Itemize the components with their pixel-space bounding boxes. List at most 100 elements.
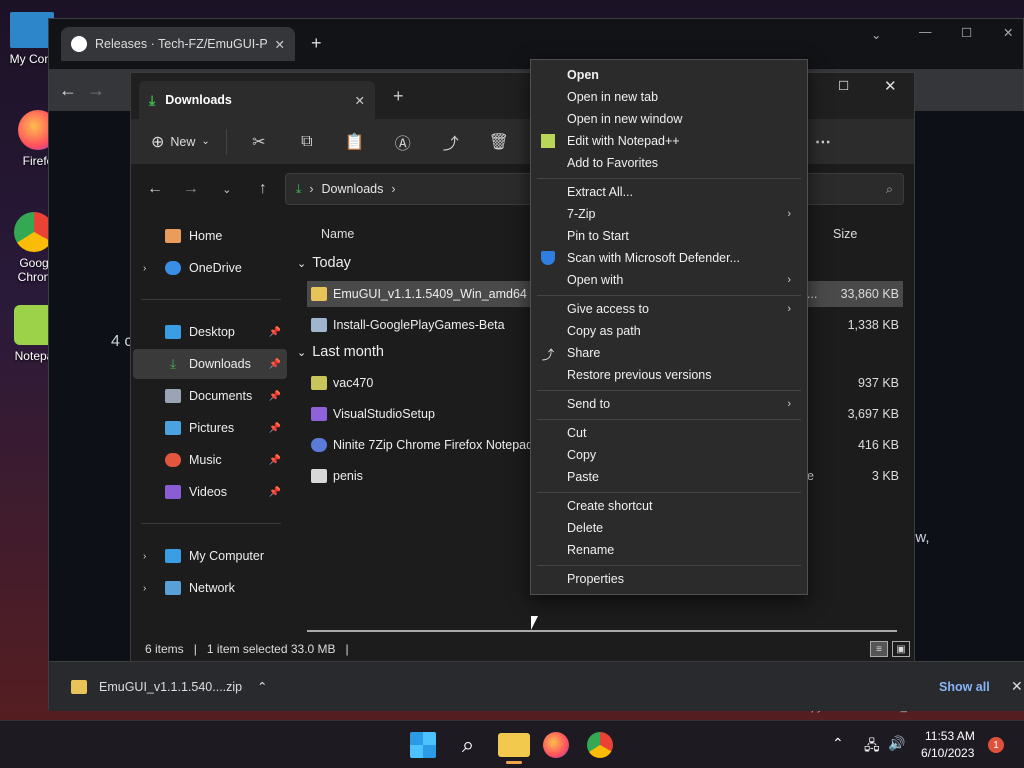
horizontal-scrollbar[interactable] <box>307 630 897 632</box>
share-icon[interactable]: ⤴ <box>429 126 473 158</box>
column-header-size[interactable]: Size <box>833 227 857 241</box>
close-icon[interactable]: ✕ <box>1011 678 1023 695</box>
menu-item-share[interactable]: ⤴ Share <box>535 342 803 364</box>
sidebar-item-downloads[interactable]: ⤓ Downloads 📌 <box>133 349 287 379</box>
chevron-down-icon[interactable]: ⌄ <box>871 27 881 42</box>
show-all-link[interactable]: Show all <box>939 680 990 694</box>
up-icon[interactable]: ↑ <box>249 175 277 203</box>
sidebar-item-home[interactable]: Home <box>133 221 287 251</box>
forward-icon[interactable]: → <box>177 175 205 203</box>
chevron-right-icon: › <box>787 274 791 286</box>
delete-icon[interactable]: 🗑 <box>477 126 521 158</box>
mouse-cursor-icon <box>531 616 538 630</box>
menu-item-pin-to-start[interactable]: Pin to Start <box>535 225 803 247</box>
explorer-tab[interactable]: ⤓ Downloads ✕ <box>139 81 375 119</box>
menu-item-rename[interactable]: Rename <box>535 539 803 561</box>
menu-divider <box>537 178 801 179</box>
back-icon[interactable]: ← <box>141 175 169 203</box>
clock-date[interactable]: 6/10/2023 <box>921 746 974 760</box>
new-tab-button[interactable]: + <box>311 33 322 54</box>
menu-item-cut[interactable]: Cut <box>535 422 803 444</box>
menu-item-create-shortcut[interactable]: Create shortcut <box>535 495 803 517</box>
file-explorer-icon[interactable] <box>498 733 530 757</box>
download-filename[interactable]: EmuGUI_v1.1.1.540....zip <box>99 680 249 694</box>
chevron-right-icon: › <box>309 182 314 196</box>
sidebar-item-network[interactable]: › Network <box>133 573 287 603</box>
new-button[interactable]: ⊕ New ⌄ <box>145 126 216 158</box>
menu-item-restore-previous-versions[interactable]: Restore previous versions <box>535 364 803 386</box>
copy-icon[interactable]: ⧉ <box>285 126 329 158</box>
tiles-view-icon[interactable]: ▣ <box>892 641 910 657</box>
divider <box>225 128 227 155</box>
menu-item-copy-as-path[interactable]: Copy as path <box>535 320 803 342</box>
desktop-icon <box>165 325 181 339</box>
menu-item-give-access-to[interactable]: Give access to › <box>535 298 803 320</box>
file-name: Ninite 7Zip Chrome Firefox Notepad In <box>333 438 547 452</box>
clock-time[interactable]: 11:53 AM <box>925 729 975 743</box>
rename-icon[interactable]: Ⓐ <box>381 126 425 158</box>
menu-item-open[interactable]: Open <box>535 64 803 86</box>
close-icon[interactable]: ✕ <box>355 93 365 108</box>
menu-item-open-in-new-window[interactable]: Open in new window <box>535 108 803 130</box>
new-tab-button[interactable]: + <box>393 86 404 107</box>
close-window-button[interactable]: ✕ <box>884 77 897 95</box>
menu-item-7zip[interactable]: 7-Zip › <box>535 203 803 225</box>
chrome-icon[interactable] <box>587 732 613 758</box>
start-windows-icon[interactable] <box>410 732 436 758</box>
menu-item-edit-with-notepadpp[interactable]: Edit with Notepad++ <box>535 130 803 152</box>
chevron-right-icon[interactable]: › <box>143 551 146 562</box>
close-icon[interactable]: ✕ <box>275 37 285 52</box>
breadcrumb[interactable]: Downloads <box>322 182 384 196</box>
menu-item-delete[interactable]: Delete <box>535 517 803 539</box>
menu-item-label: Scan with Microsoft Defender... <box>567 251 740 265</box>
back-icon[interactable]: ← <box>59 80 77 101</box>
search-icon[interactable]: ⌕ <box>452 729 484 761</box>
search-icon[interactable]: ⌕ <box>886 182 893 197</box>
chevron-up-icon[interactable]: ⌃ <box>832 735 844 752</box>
chevron-up-icon[interactable]: ⌃ <box>257 679 267 694</box>
menu-item-copy[interactable]: Copy <box>535 444 803 466</box>
menu-item-paste[interactable]: Paste <box>535 466 803 488</box>
sidebar-item-my-computer[interactable]: › My Computer <box>133 541 287 571</box>
cut-icon[interactable]: ✂ <box>237 126 281 158</box>
menu-item-open-with[interactable]: Open with › <box>535 269 803 291</box>
chevron-right-icon[interactable]: › <box>143 583 146 594</box>
notification-badge[interactable]: 1 <box>988 737 1004 753</box>
details-view-icon[interactable]: ≡ <box>870 641 888 657</box>
maximize-button[interactable]: ☐ <box>961 25 972 40</box>
menu-divider <box>537 492 801 493</box>
close-window-button[interactable]: ✕ <box>1003 25 1013 40</box>
paste-icon[interactable]: 📋 <box>333 126 377 158</box>
sidebar-item-label: OneDrive <box>189 261 242 275</box>
file-size: 3,697 KB <box>847 407 899 421</box>
sidebar-item-desktop[interactable]: Desktop 📌 <box>133 317 287 347</box>
firefox-icon[interactable] <box>543 732 569 758</box>
sidebar-item-pictures[interactable]: Pictures 📌 <box>133 413 287 443</box>
chevron-right-icon[interactable]: › <box>143 263 146 274</box>
maximize-button[interactable]: ☐ <box>838 78 849 93</box>
group-header-last-month[interactable]: ⌄ Last month <box>297 344 384 360</box>
file-extra: e <box>807 469 814 483</box>
group-header-today[interactable]: ⌄ Today <box>297 255 351 271</box>
menu-item-send-to[interactable]: Send to › <box>535 393 803 415</box>
recent-locations-icon[interactable]: ⌄ <box>213 175 241 203</box>
sidebar-item-music[interactable]: Music 📌 <box>133 445 287 475</box>
sidebar-item-videos[interactable]: Videos 📌 <box>133 477 287 507</box>
sidebar-item-onedrive[interactable]: › OneDrive <box>133 253 287 283</box>
column-header-name[interactable]: Name <box>321 227 354 241</box>
menu-item-label: Edit with Notepad++ <box>567 134 680 148</box>
menu-item-open-in-new-tab[interactable]: Open in new tab <box>535 86 803 108</box>
menu-item-properties[interactable]: Properties <box>535 568 803 590</box>
forward-icon[interactable]: → <box>87 80 105 101</box>
minimize-button[interactable]: — <box>919 25 932 39</box>
menu-item-add-to-favorites[interactable]: Add to Favorites <box>535 152 803 174</box>
sidebar-item-label: Desktop <box>189 325 235 339</box>
network-icon[interactable]: 🖧 <box>864 735 880 759</box>
sidebar-item-documents[interactable]: Documents 📌 <box>133 381 287 411</box>
volume-icon[interactable]: 🔊 <box>888 735 905 752</box>
group-label: Today <box>312 255 351 271</box>
menu-item-scan-defender[interactable]: Scan with Microsoft Defender... <box>535 247 803 269</box>
chrome-tab[interactable]: Releases · Tech-FZ/EmuGUI-PreR ✕ <box>61 27 295 61</box>
menu-item-extract-all[interactable]: Extract All... <box>535 181 803 203</box>
application-icon <box>311 376 327 390</box>
